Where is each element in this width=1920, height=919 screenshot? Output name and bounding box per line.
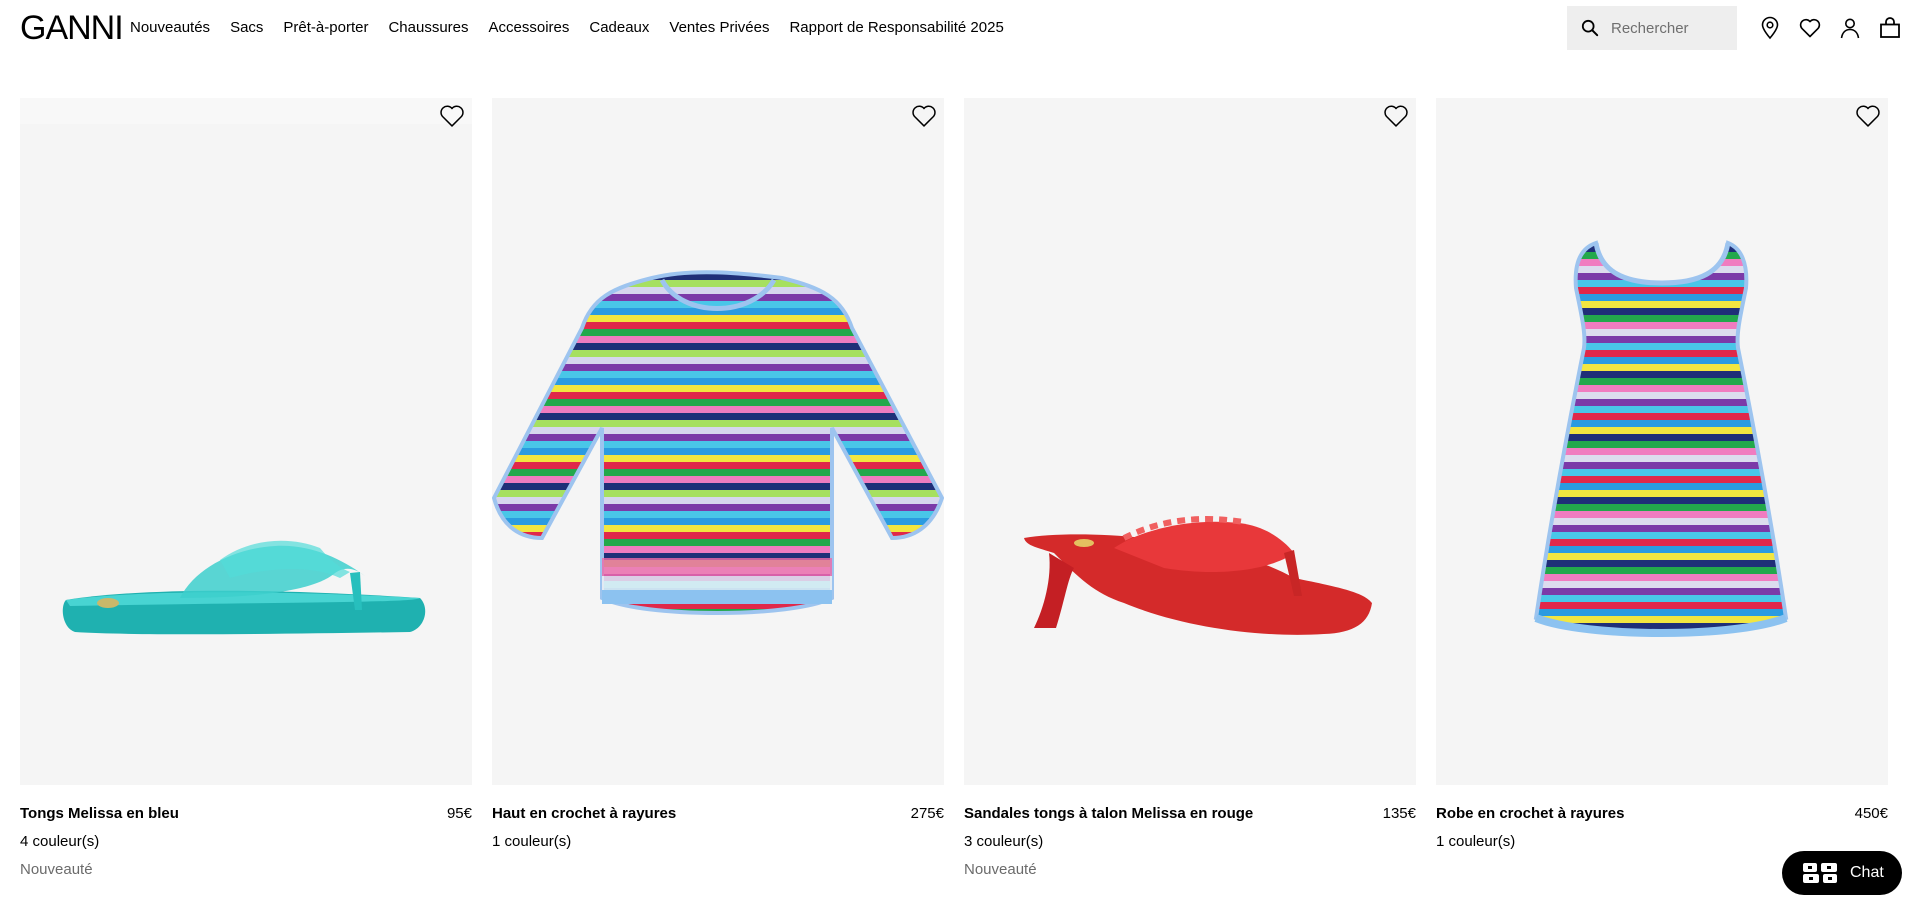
nav-item-nouveautes[interactable]: Nouveautés bbox=[130, 19, 210, 37]
product-price: 135€ bbox=[1382, 805, 1416, 822]
product-info: Sandales tongs à talon Melissa en rouge … bbox=[964, 785, 1416, 878]
nav-item-rapport[interactable]: Rapport de Responsabilité 2025 bbox=[789, 19, 1003, 37]
product-image[interactable] bbox=[1436, 98, 1888, 785]
turquoise-flip-flop-image bbox=[20, 98, 472, 635]
product-color-count: 3 couleur(s) bbox=[964, 833, 1044, 850]
nav-item-chaussures[interactable]: Chaussures bbox=[388, 19, 468, 37]
product-image[interactable] bbox=[492, 98, 944, 785]
product-card[interactable]: Tongs Melissa en bleu 95€ 4 couleur(s) N… bbox=[20, 98, 472, 878]
product-card[interactable]: Sandales tongs à talon Melissa en rouge … bbox=[964, 98, 1416, 878]
product-card[interactable]: Haut en crochet à rayures 275€ 1 couleur… bbox=[492, 98, 944, 875]
striped-crochet-top-image bbox=[492, 270, 944, 615]
brand-logo[interactable]: GANNI bbox=[20, 9, 124, 47]
red-heeled-thong-sandal-image bbox=[1024, 516, 1372, 635]
nav-item-ventes-privees[interactable]: Ventes Privées bbox=[669, 19, 769, 37]
bag-icon[interactable] bbox=[1878, 16, 1902, 40]
product-badge: Nouveauté bbox=[20, 861, 93, 878]
nav-item-sacs[interactable]: Sacs bbox=[230, 19, 263, 37]
product-name[interactable]: Sandales tongs à talon Melissa en rouge bbox=[964, 805, 1253, 823]
product-image[interactable] bbox=[964, 98, 1416, 785]
chat-icon bbox=[1803, 863, 1837, 883]
chat-button[interactable]: Chat bbox=[1782, 851, 1902, 895]
add-to-wishlist-icon[interactable] bbox=[910, 102, 938, 130]
product-info: Tongs Melissa en bleu 95€ 4 couleur(s) N… bbox=[20, 785, 472, 878]
search-input[interactable] bbox=[1609, 18, 1733, 38]
add-to-wishlist-icon[interactable] bbox=[1382, 102, 1410, 130]
product-color-count: 1 couleur(s) bbox=[492, 833, 572, 850]
product-color-count: 4 couleur(s) bbox=[20, 833, 100, 850]
product-price: 450€ bbox=[1854, 805, 1888, 822]
product-image[interactable] bbox=[20, 98, 472, 785]
account-icon[interactable] bbox=[1838, 16, 1862, 40]
product-badge: Nouveauté bbox=[964, 861, 1037, 878]
chat-label: Chat bbox=[1850, 864, 1884, 881]
store-locator-icon[interactable] bbox=[1758, 16, 1782, 40]
product-name[interactable]: Robe en crochet à rayures bbox=[1436, 805, 1624, 823]
product-info: Haut en crochet à rayures 275€ 1 couleur… bbox=[492, 785, 944, 875]
product-price: 275€ bbox=[910, 805, 944, 822]
product-color-count: 1 couleur(s) bbox=[1436, 833, 1516, 850]
search-box[interactable] bbox=[1567, 6, 1737, 50]
add-to-wishlist-icon[interactable] bbox=[1854, 102, 1882, 130]
product-name[interactable]: Haut en crochet à rayures bbox=[492, 805, 676, 823]
main-nav: Nouveautés Sacs Prêt-à-porter Chaussures… bbox=[130, 19, 1024, 37]
nav-item-pret-a-porter[interactable]: Prêt-à-porter bbox=[283, 19, 368, 37]
nav-item-cadeaux[interactable]: Cadeaux bbox=[589, 19, 649, 37]
nav-item-accessoires[interactable]: Accessoires bbox=[489, 19, 570, 37]
product-price: 95€ bbox=[446, 805, 472, 822]
search-icon bbox=[1581, 19, 1599, 37]
striped-crochet-dress-image bbox=[1533, 240, 1789, 637]
wishlist-icon[interactable] bbox=[1798, 16, 1822, 40]
product-card[interactable]: Robe en crochet à rayures 450€ 1 couleur… bbox=[1436, 98, 1888, 875]
add-to-wishlist-icon[interactable] bbox=[438, 102, 466, 130]
site-header: GANNI Nouveautés Sacs Prêt-à-porter Chau… bbox=[0, 0, 1920, 56]
product-name[interactable]: Tongs Melissa en bleu bbox=[20, 805, 179, 823]
